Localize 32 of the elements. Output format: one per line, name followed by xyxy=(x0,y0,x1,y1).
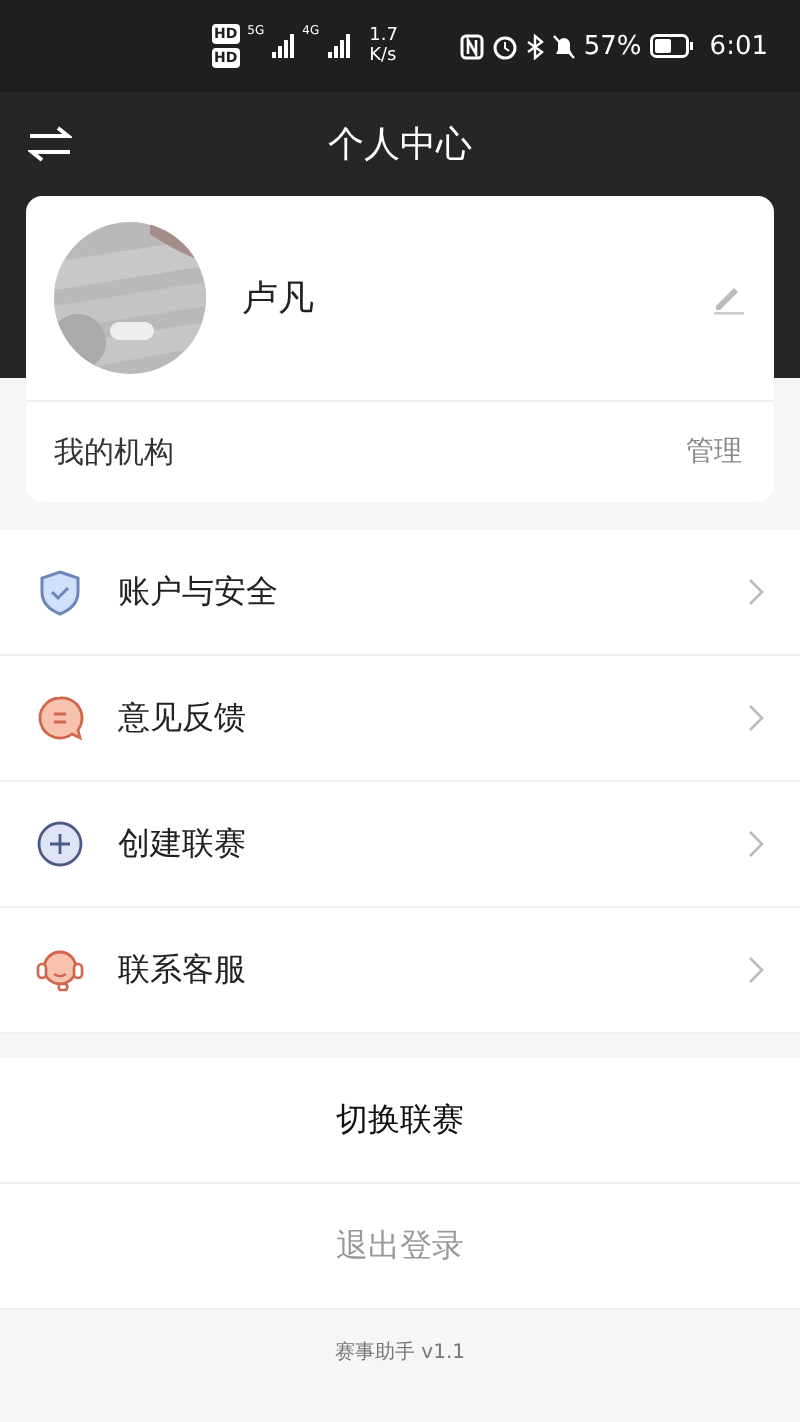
user-name: 卢凡 xyxy=(242,276,316,322)
chat-bubble-icon xyxy=(36,694,84,742)
muted-bell-icon xyxy=(551,33,576,59)
clock-time: 6:01 xyxy=(709,31,768,61)
chevron-right-icon xyxy=(748,956,764,984)
menu-item[interactable]: 创建联赛 xyxy=(0,782,800,908)
bluetooth-icon xyxy=(525,33,544,59)
alarm-icon xyxy=(491,33,518,59)
menu-label: 账户与安全 xyxy=(118,571,280,613)
menu-item[interactable]: 联系客服 xyxy=(0,908,800,1034)
version-text: 赛事助手 v1.1 xyxy=(335,1342,465,1364)
battery-icon xyxy=(649,34,694,58)
signal-icon xyxy=(327,34,350,58)
menu-label: 创建联赛 xyxy=(118,823,248,865)
menu-item[interactable]: 意见反馈 xyxy=(0,656,800,782)
menu-label: 联系客服 xyxy=(118,949,248,991)
battery-percent: 57% xyxy=(583,31,642,61)
page-title: 个人中心 xyxy=(328,122,472,168)
menu-item[interactable]: 账户与安全 xyxy=(0,530,800,656)
chevron-right-icon xyxy=(748,830,764,858)
headset-icon xyxy=(36,946,84,994)
speed-value: 1.7 xyxy=(369,26,398,46)
shield-check-icon xyxy=(36,568,84,616)
plus-circle-icon xyxy=(36,820,84,868)
signal-icon xyxy=(272,34,295,58)
menu-label: 意见反馈 xyxy=(118,697,248,739)
chevron-right-icon xyxy=(748,704,764,732)
organization-label: 我的机构 xyxy=(54,433,176,471)
speed-unit: K/s xyxy=(369,46,398,66)
chevron-right-icon xyxy=(748,578,764,606)
nfc-icon xyxy=(459,33,484,59)
manage-link[interactable]: 管理 xyxy=(686,434,742,470)
